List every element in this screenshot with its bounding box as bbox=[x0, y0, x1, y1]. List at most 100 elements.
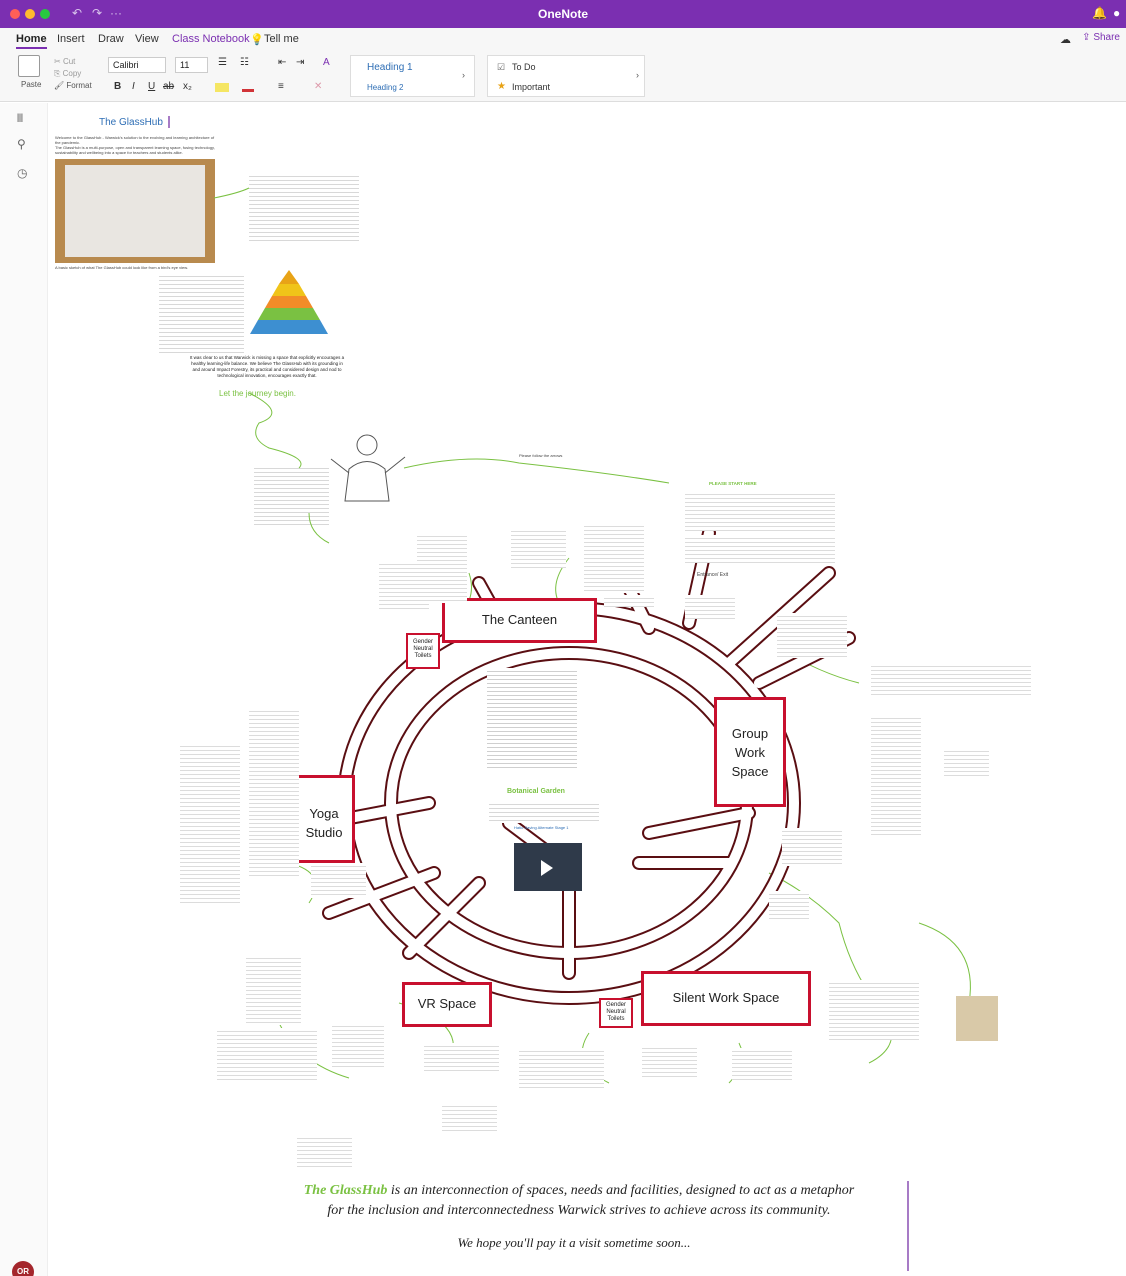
onenote-window: ↶ ↷ ··· OneNote 🔔 ● Home Insert Draw Vie… bbox=[0, 0, 1126, 1276]
botanical-description bbox=[489, 801, 599, 823]
left-rail: 𝍫 ⚲ ◷ OR bbox=[0, 103, 48, 1276]
delete-icon[interactable]: ✕ bbox=[314, 81, 322, 92]
align-icon[interactable]: ≡ bbox=[278, 81, 284, 92]
tags-more-icon[interactable]: › bbox=[636, 70, 639, 80]
note-block bbox=[777, 613, 847, 658]
start-here-label: PLEASE START HERE bbox=[709, 481, 757, 486]
share-label: Share bbox=[1093, 32, 1120, 43]
botanical-notes bbox=[487, 668, 577, 768]
clear-format-icon[interactable]: A bbox=[323, 57, 330, 68]
closing-line2: for the inclusion and interconnectedness… bbox=[327, 1203, 831, 1218]
format-painter-button[interactable]: 🖌 Format bbox=[54, 81, 92, 90]
tab-tell-me[interactable]: Tell me bbox=[264, 33, 299, 45]
note-block bbox=[442, 1103, 497, 1133]
tab-draw[interactable]: Draw bbox=[98, 33, 124, 45]
subscript-button[interactable]: x₂ bbox=[183, 81, 192, 92]
indent-icon[interactable]: ⇥ bbox=[296, 57, 304, 68]
group-work-space-label: Group Work Space bbox=[714, 697, 786, 807]
note-block bbox=[944, 748, 989, 778]
video-link[interactable]: Hatlo Saving Alternate Stage 1 bbox=[514, 825, 568, 830]
outdent-icon[interactable]: ⇤ bbox=[278, 57, 286, 68]
style-heading-2[interactable]: Heading 2 bbox=[367, 83, 403, 92]
ribbon-tabs: Home Insert Draw View Class Notebook 💡 T… bbox=[0, 28, 1126, 50]
clipboard-icon[interactable] bbox=[18, 55, 40, 77]
tab-view[interactable]: View bbox=[135, 33, 159, 45]
note-block bbox=[782, 828, 842, 866]
note-block bbox=[685, 595, 735, 619]
bell-icon[interactable]: 🔔 bbox=[1092, 6, 1107, 20]
styles-gallery[interactable]: Heading 1 Heading 2 › bbox=[350, 55, 475, 97]
note-block bbox=[604, 595, 654, 607]
sync-icon[interactable]: ☁ bbox=[1060, 33, 1071, 46]
style-heading-1[interactable]: Heading 1 bbox=[367, 62, 413, 73]
note-page: The GlassHub Welcome to the GlassHub - W… bbox=[49, 103, 1126, 1276]
font-color-icon[interactable] bbox=[242, 83, 254, 92]
format-label: Format bbox=[66, 81, 92, 90]
bullets-icon[interactable]: ☰ bbox=[218, 57, 227, 68]
start-here-notes bbox=[685, 535, 835, 563]
note-block bbox=[379, 561, 429, 611]
tag-important[interactable]: Important bbox=[512, 82, 550, 92]
note-block bbox=[769, 891, 809, 921]
strikethrough-button[interactable]: ab bbox=[163, 81, 174, 92]
note-block bbox=[217, 1028, 317, 1083]
note-block bbox=[424, 1043, 499, 1073]
numbering-icon[interactable]: ☷ bbox=[240, 57, 249, 68]
styles-more-icon[interactable]: › bbox=[462, 70, 465, 80]
font-size-select[interactable]: 11 bbox=[175, 57, 208, 73]
note-bracket bbox=[907, 1181, 909, 1271]
note-block bbox=[732, 1048, 792, 1083]
font-name-select[interactable]: Calibri bbox=[108, 57, 166, 73]
note-block bbox=[332, 1023, 384, 1068]
ribbon: Paste ✂ Cut ⎘ Copy 🖌 Format Calibri 11 B… bbox=[0, 50, 1126, 102]
copy-label: Copy bbox=[62, 69, 82, 78]
yoga-studio-label: Yoga Studio bbox=[293, 775, 355, 863]
tab-home[interactable]: Home bbox=[16, 33, 47, 49]
note-block bbox=[297, 1135, 352, 1170]
note-block bbox=[871, 663, 1031, 698]
notebooks-icon[interactable]: 𝍫 bbox=[17, 109, 23, 130]
tags-gallery[interactable]: ☑ To Do ★ Important › bbox=[487, 55, 645, 97]
italic-button[interactable]: I bbox=[132, 81, 135, 92]
tag-todo[interactable]: To Do bbox=[512, 62, 536, 72]
copy-button[interactable]: ⎘ Copy bbox=[54, 69, 81, 79]
note-block bbox=[246, 955, 301, 1025]
note-block bbox=[311, 863, 366, 898]
play-icon[interactable] bbox=[541, 860, 553, 876]
account-icon[interactable]: ● bbox=[1113, 6, 1120, 20]
note-block bbox=[871, 715, 921, 835]
note-block bbox=[180, 743, 240, 903]
canteen-label: The Canteen bbox=[442, 598, 597, 643]
closing-statement: The GlassHub is an interconnection of sp… bbox=[249, 1181, 909, 1221]
tab-insert[interactable]: Insert bbox=[57, 33, 85, 45]
app-title: OneNote bbox=[537, 7, 588, 21]
tab-class-notebook[interactable]: Class Notebook bbox=[172, 33, 250, 45]
vr-space-label: VR Space bbox=[402, 982, 492, 1027]
room-photo bbox=[956, 996, 998, 1041]
note-block bbox=[829, 980, 919, 1040]
closing-highlight: The GlassHub bbox=[303, 1183, 388, 1198]
recent-icon[interactable]: ◷ bbox=[17, 166, 27, 180]
note-block bbox=[249, 708, 299, 878]
silent-work-space-label: Silent Work Space bbox=[641, 971, 811, 1026]
star-icon: ★ bbox=[497, 81, 506, 92]
note-block bbox=[511, 528, 566, 568]
cut-button[interactable]: ✂ Cut bbox=[54, 57, 75, 66]
avatar[interactable]: OR bbox=[12, 1261, 34, 1276]
gender-neutral-toilets-bottom: Gender Neutral Toilets bbox=[599, 998, 633, 1028]
bold-button[interactable]: B bbox=[114, 81, 121, 92]
checkbox-icon: ☑ bbox=[497, 62, 506, 72]
share-button[interactable]: ⇪ Share bbox=[1082, 32, 1120, 43]
lightbulb-icon: 💡 bbox=[250, 34, 264, 46]
search-icon[interactable]: ⚲ bbox=[17, 137, 26, 151]
start-here-notes bbox=[685, 491, 835, 531]
closing-line3: We hope you'll pay it a visit sometime s… bbox=[457, 1235, 691, 1250]
underline-button[interactable]: U bbox=[148, 81, 155, 92]
title-bar: ↶ ↷ ··· OneNote 🔔 ● bbox=[0, 0, 1126, 28]
botanical-garden-title: Botanical Garden bbox=[507, 788, 565, 795]
paste-button[interactable]: Paste bbox=[21, 80, 41, 89]
video-thumbnail[interactable] bbox=[514, 843, 582, 891]
highlight-icon[interactable] bbox=[215, 83, 229, 92]
closing-line1: is an interconnection of spaces, needs a… bbox=[387, 1183, 855, 1198]
note-block bbox=[519, 1048, 604, 1088]
